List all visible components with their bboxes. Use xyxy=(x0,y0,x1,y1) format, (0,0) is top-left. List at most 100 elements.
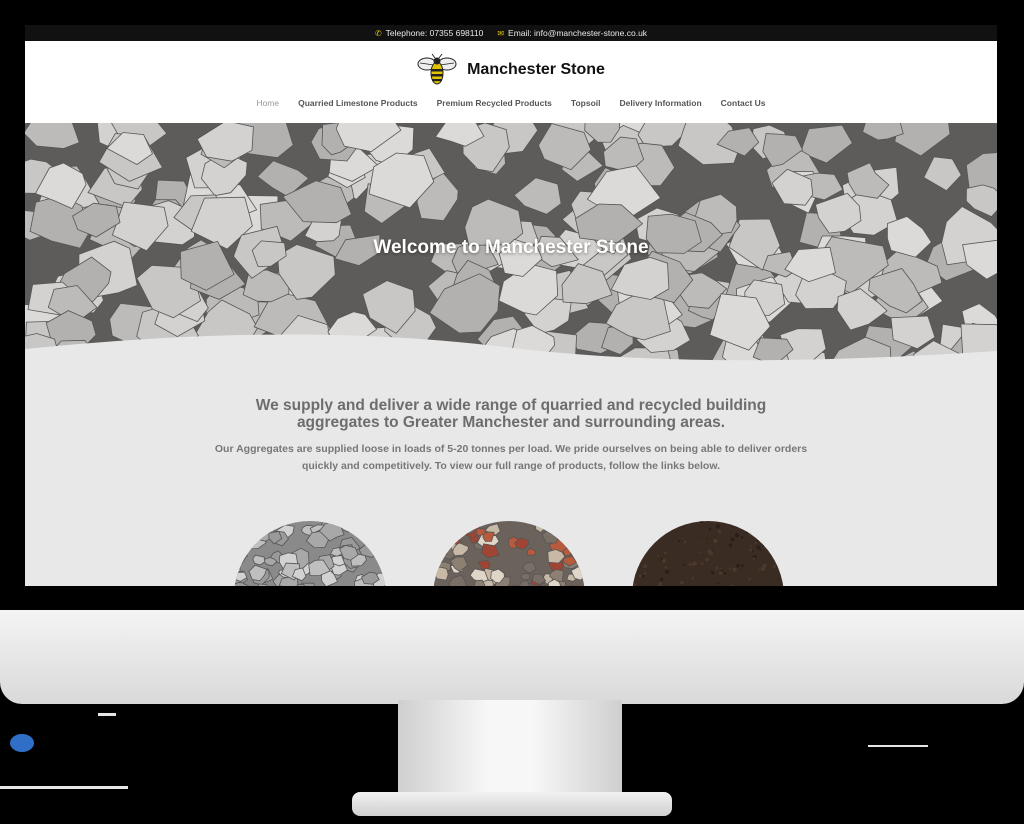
product-limestone-image[interactable] xyxy=(234,521,386,586)
phone-text: Telephone: 07355 698110 xyxy=(385,28,484,38)
soil-grain xyxy=(763,535,766,539)
soil-grain xyxy=(757,521,760,523)
soil-grain xyxy=(691,577,694,580)
soil-grain xyxy=(705,532,707,535)
reflection-glint xyxy=(0,786,128,789)
stone-shape xyxy=(433,525,453,543)
hero-title: Welcome to Manchester Stone xyxy=(373,237,649,258)
product-recycled-image[interactable] xyxy=(433,521,585,586)
soil-grain xyxy=(682,537,684,540)
soil-grain xyxy=(652,542,655,544)
site-header: Manchester Stone Home Quarried Limestone… xyxy=(25,41,997,123)
phone-icon: ✆ xyxy=(374,28,382,38)
nav-item-delivery-information[interactable]: Delivery Information xyxy=(619,98,701,108)
soil-grain xyxy=(708,553,711,555)
soil-grain xyxy=(664,551,667,555)
soil-grain xyxy=(758,521,762,525)
soil-grain xyxy=(633,558,635,560)
soil-grain xyxy=(717,582,719,585)
soil-grain xyxy=(660,577,664,582)
soil-grain xyxy=(632,572,637,577)
soil-grain xyxy=(710,570,715,575)
product-topsoil-image[interactable] xyxy=(632,521,784,586)
monitor-stand-neck xyxy=(398,700,622,800)
soil-grain xyxy=(734,533,740,538)
soil-grain xyxy=(637,561,641,565)
soil-grain xyxy=(697,535,700,537)
email-text: Email: info@manchester-stone.co.uk xyxy=(508,28,648,38)
soil-grain xyxy=(776,549,778,551)
stone-shape xyxy=(341,523,356,533)
soil-grain xyxy=(639,521,642,523)
bee-icon xyxy=(417,53,457,85)
soil-grain xyxy=(762,542,766,547)
soil-grain xyxy=(745,530,750,534)
soil-grain xyxy=(756,539,760,543)
nav-item-topsoil[interactable]: Topsoil xyxy=(571,98,601,108)
soil-grain xyxy=(718,571,723,575)
stone-shape xyxy=(569,545,583,557)
soil-grain xyxy=(723,572,727,575)
soil-grain xyxy=(676,541,678,543)
soil-grain xyxy=(632,531,634,535)
soil-grain xyxy=(652,527,657,531)
soil-grain xyxy=(756,545,761,550)
soil-grain xyxy=(776,561,779,564)
soil-grain xyxy=(641,574,645,578)
stone-shape xyxy=(375,538,386,550)
stone-shape xyxy=(238,521,259,537)
soil-grain xyxy=(693,561,697,566)
soil-grain xyxy=(772,548,775,551)
soil-grain xyxy=(632,558,635,561)
soil-grain xyxy=(711,550,714,552)
soil-grain xyxy=(662,558,667,563)
stone-shape xyxy=(433,528,450,541)
soil-grain xyxy=(769,534,773,538)
brand-logo[interactable]: Manchester Stone xyxy=(25,41,997,87)
soil-grain xyxy=(697,522,699,524)
nav-item-contact-us[interactable]: Contact Us xyxy=(721,98,766,108)
soil-grain xyxy=(752,557,756,560)
nav-item-quarried-limestone[interactable]: Quarried Limestone Products xyxy=(298,98,418,108)
stone-shape xyxy=(252,554,266,566)
main-nav: Home Quarried Limestone Products Premium… xyxy=(25,98,997,108)
contact-topbar: ✆ Telephone: 07355 698110 ✉ Email: info@… xyxy=(25,25,997,41)
phone-contact[interactable]: ✆ Telephone: 07355 698110 xyxy=(375,28,483,38)
soil-grain xyxy=(754,541,758,545)
stone-shape xyxy=(444,530,453,539)
soil-grain xyxy=(632,532,636,536)
product-links xyxy=(25,521,997,586)
stone-shape xyxy=(433,521,439,531)
soil-grain xyxy=(665,569,670,574)
nav-item-premium-recycled[interactable]: Premium Recycled Products xyxy=(437,98,552,108)
soil-grain xyxy=(778,561,780,564)
soil-grain xyxy=(775,564,778,567)
monitor-chin xyxy=(0,610,1024,704)
soil-grain xyxy=(636,563,639,566)
wave-divider xyxy=(25,334,997,369)
soil-grain xyxy=(683,563,686,566)
soil-grain xyxy=(758,568,761,571)
soil-grain xyxy=(683,540,687,544)
soil-grain xyxy=(741,564,744,567)
soil-grain xyxy=(763,523,767,527)
soil-grain xyxy=(748,577,751,581)
soil-grain xyxy=(717,529,722,534)
soil-grain xyxy=(700,561,704,565)
soil-grain xyxy=(736,563,740,568)
soil-grain xyxy=(654,534,658,537)
soil-grain xyxy=(677,539,680,543)
soil-grain xyxy=(772,565,776,569)
hero-banner: Welcome to Manchester Stone xyxy=(25,123,997,369)
soil-grain xyxy=(688,563,692,566)
soil-grain xyxy=(749,548,752,552)
nav-item-home[interactable]: Home xyxy=(256,98,279,108)
soil-grain xyxy=(732,567,737,572)
monitor-stand-foot xyxy=(352,792,672,816)
badge-icon xyxy=(10,734,34,752)
soil-grain xyxy=(713,521,716,523)
email-contact[interactable]: ✉ Email: info@manchester-stone.co.uk xyxy=(497,28,647,38)
soil-grain xyxy=(708,527,712,531)
soil-grain xyxy=(752,521,757,524)
soil-grain xyxy=(705,557,709,562)
